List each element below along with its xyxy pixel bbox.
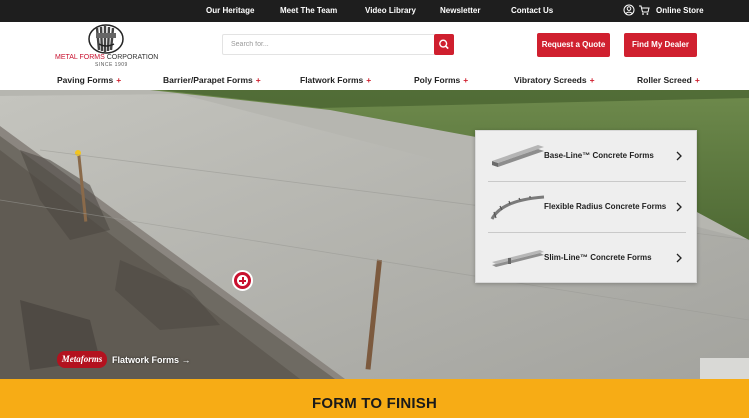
- logo-since-label: SINCE: [95, 62, 113, 68]
- nav-item-label: Paving Forms: [57, 75, 114, 85]
- banner-title: FORM TO FINISH: [311, 395, 438, 412]
- logo-name-left: METAL FORMS: [55, 54, 105, 61]
- logo-since: SINCE 1909: [95, 62, 128, 68]
- nav-item-barrier-parapet-forms[interactable]: Barrier/Parapet Forms +: [163, 75, 261, 85]
- search-button[interactable]: [434, 34, 454, 55]
- base-line-form-thumbnail: [492, 145, 544, 167]
- chevron-right-icon: [676, 202, 682, 212]
- nav-item-label: Vibratory Screeds: [514, 75, 587, 85]
- expand-plus-icon: +: [694, 75, 700, 85]
- topbar-link-our-heritage[interactable]: Our Heritage: [206, 6, 254, 15]
- metaforms-logo-badge: Metaforms: [57, 351, 107, 368]
- site-header: METAL FORMS CORPORATION SINCE 1909 Reque…: [0, 22, 749, 70]
- topbar-link-video-library[interactable]: Video Library: [365, 6, 416, 15]
- topbar-link-online-store[interactable]: Online Store: [656, 6, 704, 15]
- logo-since-year: 1909: [114, 62, 128, 68]
- expand-plus-icon: +: [366, 75, 372, 85]
- expand-plus-icon: +: [589, 75, 595, 85]
- search-icon: [439, 39, 449, 50]
- chevron-right-icon: [676, 151, 682, 161]
- topbar-link-newsletter[interactable]: Newsletter: [440, 6, 480, 15]
- expand-plus-icon: +: [255, 75, 261, 85]
- search-input[interactable]: [223, 35, 435, 54]
- account-icon[interactable]: [623, 4, 635, 16]
- product-title: Slim-Line™ Concrete Forms: [544, 253, 652, 262]
- expand-plus-icon: +: [463, 75, 469, 85]
- hotspot-plus-button[interactable]: [232, 270, 253, 291]
- company-logo[interactable]: METAL FORMS CORPORATION SINCE 1909: [55, 24, 165, 68]
- nav-item-vibratory-screeds[interactable]: Vibratory Screeds +: [514, 75, 595, 85]
- product-title: Base-Line™ Concrete Forms: [544, 151, 654, 160]
- nav-item-flatwork-forms[interactable]: Flatwork Forms +: [300, 75, 371, 85]
- chevron-right-icon: [676, 253, 682, 263]
- flexible-radius-form-thumbnail: [490, 195, 545, 220]
- nav-item-label: Roller Screed: [637, 75, 692, 85]
- top-utility-bar: Our Heritage Meet The Team Video Library…: [0, 0, 749, 22]
- product-item-slim-line[interactable]: Slim-Line™ Concrete Forms: [476, 233, 698, 283]
- product-item-base-line[interactable]: Base-Line™ Concrete Forms: [476, 131, 698, 181]
- topbar-link-contact-us[interactable]: Contact Us: [511, 6, 553, 15]
- cart-icon[interactable]: [638, 4, 650, 16]
- plus-icon: [237, 275, 248, 286]
- search-box: [222, 34, 454, 55]
- logo-name-right: CORPORATION: [106, 54, 159, 61]
- logo-wordmark: METAL FORMS CORPORATION: [55, 53, 165, 62]
- request-quote-button[interactable]: Request a Quote: [537, 33, 610, 57]
- flatwork-forms-link[interactable]: Flatwork Forms →: [112, 355, 191, 365]
- topbar-link-meet-the-team[interactable]: Meet The Team: [280, 6, 337, 15]
- main-navigation: Paving Forms + Barrier/Parapet Forms + Fla…: [0, 70, 749, 90]
- nav-item-poly-forms[interactable]: Poly Forms +: [414, 75, 468, 85]
- nav-item-label: Poly Forms: [414, 75, 461, 85]
- find-dealer-button[interactable]: Find My Dealer: [624, 33, 697, 57]
- nav-item-roller-screed[interactable]: Roller Screed +: [637, 75, 700, 85]
- product-list-panel: Base-Line™ Concrete Forms Flexible Radiu…: [475, 130, 697, 283]
- nav-item-label: Barrier/Parapet Forms: [163, 75, 253, 85]
- product-item-flexible-radius[interactable]: Flexible Radius Concrete Forms: [476, 182, 698, 232]
- nav-item-label: Flatwork Forms: [300, 75, 364, 85]
- expand-plus-icon: +: [116, 75, 122, 85]
- promo-banner: FORM TO FINISH: [0, 379, 749, 418]
- product-title: Flexible Radius Concrete Forms: [544, 202, 667, 211]
- slim-line-form-thumbnail: [492, 250, 544, 267]
- nav-item-paving-forms[interactable]: Paving Forms +: [57, 75, 121, 85]
